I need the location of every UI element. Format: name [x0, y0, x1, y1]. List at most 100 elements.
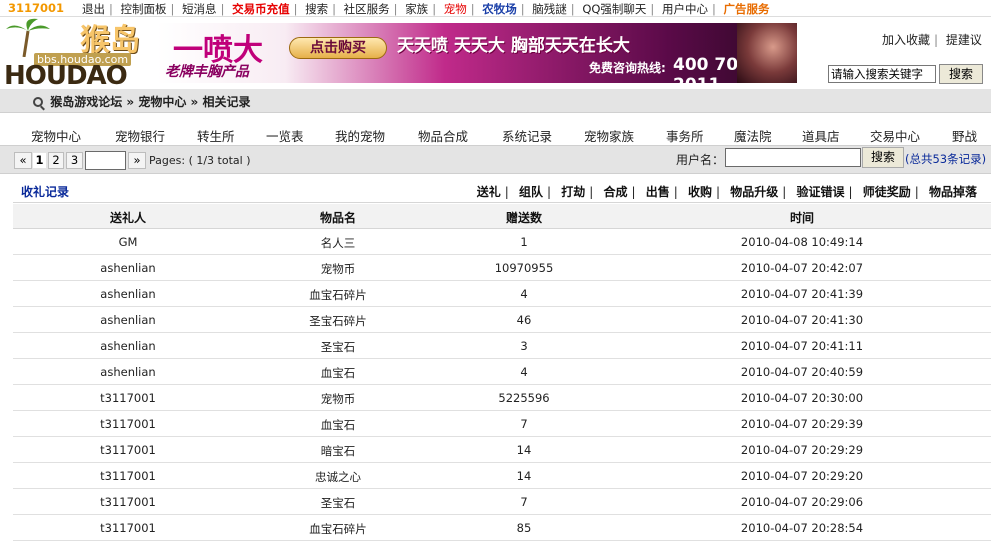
- cell-sender[interactable]: t3117001: [100, 495, 156, 509]
- cell-sender[interactable]: GM: [119, 235, 138, 249]
- banner-model-image: [737, 23, 797, 83]
- username-link[interactable]: 3117001: [8, 1, 64, 15]
- nav-system-log[interactable]: 系统记录: [502, 126, 552, 145]
- table-row: t3117001 暗宝石 14 2010-04-07 20:29:29: [13, 437, 991, 463]
- cell-sender[interactable]: ashenlian: [100, 261, 155, 275]
- cell-sender[interactable]: t3117001: [100, 417, 156, 431]
- recharge-link[interactable]: 交易币充值: [232, 2, 290, 16]
- table-row: ashenlian 圣宝石碎片 46 2010-04-07 20:41:30: [13, 307, 991, 333]
- cell-quantity: 14: [516, 443, 532, 457]
- cell-item-name: 血宝石碎片: [309, 522, 367, 536]
- table-row: t3117001 血宝石 7 2010-04-07 20:29:39: [13, 411, 991, 437]
- nav-trade-center[interactable]: 交易中心: [870, 126, 920, 145]
- table-row: t3117001 忠诚之心 14 2010-04-07 20:29:20: [13, 463, 991, 489]
- tab-sell[interactable]: 出售: [646, 185, 670, 199]
- nav-my-pet[interactable]: 我的宠物: [335, 126, 385, 145]
- cell-sender[interactable]: ashenlian: [100, 287, 155, 301]
- nav-item-synthesis[interactable]: 物品合成: [418, 126, 468, 145]
- nav-overview[interactable]: 一览表: [266, 126, 304, 145]
- table-row: t3117001 宠物币 5225596 2010-04-07 20:30:00: [13, 385, 991, 411]
- cell-quantity: 1: [520, 235, 528, 249]
- tab-item-drop[interactable]: 物品掉落: [929, 185, 977, 199]
- col-item-name: 物品名: [319, 211, 357, 225]
- cell-item-name: 宠物币: [320, 262, 356, 276]
- page-1[interactable]: 1: [32, 152, 47, 169]
- breadcrumb-forum[interactable]: 猴岛游戏论坛: [50, 95, 122, 109]
- cell-sender[interactable]: t3117001: [100, 469, 156, 483]
- banner-slogan: 天天喷 天天大 胸部天天在长大: [397, 36, 630, 56]
- tab-receive-gift[interactable]: 收礼记录: [21, 183, 69, 200]
- table-row: t3117001 圣宝石 7 2010-04-07 20:29:06: [13, 489, 991, 515]
- col-sender: 送礼人: [109, 211, 147, 225]
- cell-sender[interactable]: t3117001: [100, 443, 156, 457]
- breadcrumb-pet-center[interactable]: 宠物中心: [138, 95, 186, 109]
- cell-item-name: 圣宝石: [320, 340, 356, 354]
- tab-rob[interactable]: 打劫: [561, 185, 585, 199]
- community-link[interactable]: 社区服务: [344, 2, 390, 16]
- table-row: t3117001 血宝石碎片 85 2010-04-07 20:28:54: [13, 515, 991, 541]
- tab-synthesis[interactable]: 合成: [603, 185, 627, 199]
- tab-send-gift[interactable]: 送礼: [477, 185, 501, 199]
- header-search-button[interactable]: 搜索: [939, 64, 983, 84]
- tab-buy[interactable]: 收购: [688, 185, 712, 199]
- nav-rebirth[interactable]: 转生所: [197, 126, 235, 145]
- tab-verify-error[interactable]: 验证错误: [796, 185, 844, 199]
- logout-link[interactable]: 退出: [82, 2, 105, 16]
- cell-sender[interactable]: t3117001: [100, 391, 156, 405]
- user-center-link[interactable]: 用户中心: [662, 2, 708, 16]
- add-favorite-link[interactable]: 加入收藏: [882, 33, 930, 47]
- farm-link[interactable]: 农牧场: [482, 2, 517, 16]
- last-page-button[interactable]: »: [128, 152, 146, 169]
- nav-pet-family[interactable]: 宠物家族: [584, 126, 634, 145]
- page-2[interactable]: 2: [48, 152, 64, 169]
- nav-item-shop[interactable]: 道具店: [802, 126, 840, 145]
- page-jump-input[interactable]: [85, 151, 126, 170]
- nav-magic-academy[interactable]: 魔法院: [734, 126, 772, 145]
- cell-quantity: 14: [516, 469, 532, 483]
- cell-time: 2010-04-07 20:42:07: [740, 261, 864, 275]
- control-panel-link[interactable]: 控制面板: [121, 2, 167, 16]
- breadcrumb-current: 相关记录: [202, 95, 251, 109]
- banner-buy-button[interactable]: 点击购买: [289, 37, 387, 59]
- record-tabs: 收礼记录 送礼 | 组队 | 打劫 | 合成 | 出售 | 收购 | 物品升级 | 验证错误 |…: [13, 177, 991, 203]
- qq-chat-link[interactable]: QQ强制聊天: [582, 2, 646, 16]
- nav-office[interactable]: 事务所: [666, 126, 704, 145]
- tab-team[interactable]: 组队: [519, 185, 543, 199]
- cell-sender[interactable]: ashenlian: [100, 365, 155, 379]
- messages-link[interactable]: 短消息: [182, 2, 217, 16]
- banner-hotline-label: 免费咨询热线:: [589, 61, 666, 75]
- total-records-link[interactable]: (总共53条记录): [905, 151, 986, 167]
- user-search-button[interactable]: 搜索: [862, 147, 904, 168]
- site-logo[interactable]: 猴岛 bbs.houdao.com HOUDAO: [4, 17, 154, 91]
- cell-sender[interactable]: ashenlian: [100, 339, 155, 353]
- ad-service-link[interactable]: 广告服务: [723, 2, 769, 16]
- username-input[interactable]: [725, 148, 861, 167]
- family-link[interactable]: 家族: [405, 2, 428, 16]
- ad-banner[interactable]: 一喷大 老牌丰胸产品 点击购买 天天喷 天天大 胸部天天在长大 免费咨询热线: …: [157, 23, 797, 83]
- nav-pet-center[interactable]: 宠物中心: [31, 126, 81, 145]
- cell-sender[interactable]: t3117001: [100, 521, 156, 535]
- cell-item-name: 血宝石: [320, 418, 356, 432]
- cell-time: 2010-04-08 10:49:14: [740, 235, 864, 249]
- left-margin: [0, 174, 13, 549]
- header-search-input[interactable]: 请输入搜索关键字: [828, 65, 936, 83]
- page-3[interactable]: 3: [66, 152, 83, 169]
- cell-sender[interactable]: ashenlian: [100, 313, 155, 327]
- nav-field-battle[interactable]: 野战: [952, 126, 977, 145]
- gift-records-table: 送礼人 物品名 赠送数 时间 GM 名人三 1 2010-04-08 10:49:14…: [13, 204, 991, 541]
- banner-subtitle: 老牌丰胸产品: [165, 64, 249, 80]
- first-page-button[interactable]: «: [14, 152, 32, 169]
- col-quantity: 赠送数: [505, 211, 543, 225]
- top-bar: 3117001 退出 | 控制面板 | 短消息 | 交易币充值 | 搜索 | 社区服务 | …: [0, 0, 991, 17]
- search-link[interactable]: 搜索: [305, 2, 328, 16]
- tab-mentor-reward[interactable]: 师徒奖励: [863, 185, 911, 199]
- nav-pet-bank[interactable]: 宠物银行: [115, 126, 165, 145]
- cell-quantity: 10970955: [494, 261, 554, 275]
- username-label: 用户名：: [676, 153, 725, 167]
- puzzle-link[interactable]: 脑残謎: [532, 2, 567, 16]
- tab-item-upgrade[interactable]: 物品升级: [730, 185, 778, 199]
- logo-brand: HOUDAO: [4, 61, 128, 91]
- table-row: ashenlian 血宝石碎片 4 2010-04-07 20:41:39: [13, 281, 991, 307]
- pet-link[interactable]: 宠物: [444, 2, 467, 16]
- suggest-link[interactable]: 提建议: [946, 33, 982, 47]
